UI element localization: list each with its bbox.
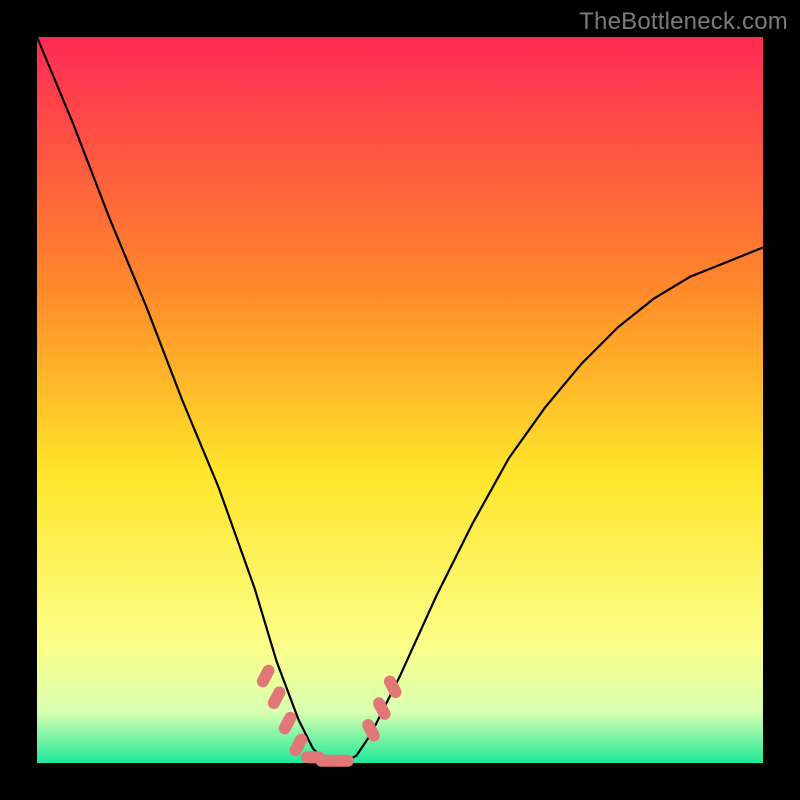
plot-background bbox=[37, 37, 763, 763]
chart-frame: TheBottleneck.com bbox=[0, 0, 800, 800]
curve-marker bbox=[330, 755, 354, 767]
chart-svg bbox=[0, 0, 800, 800]
